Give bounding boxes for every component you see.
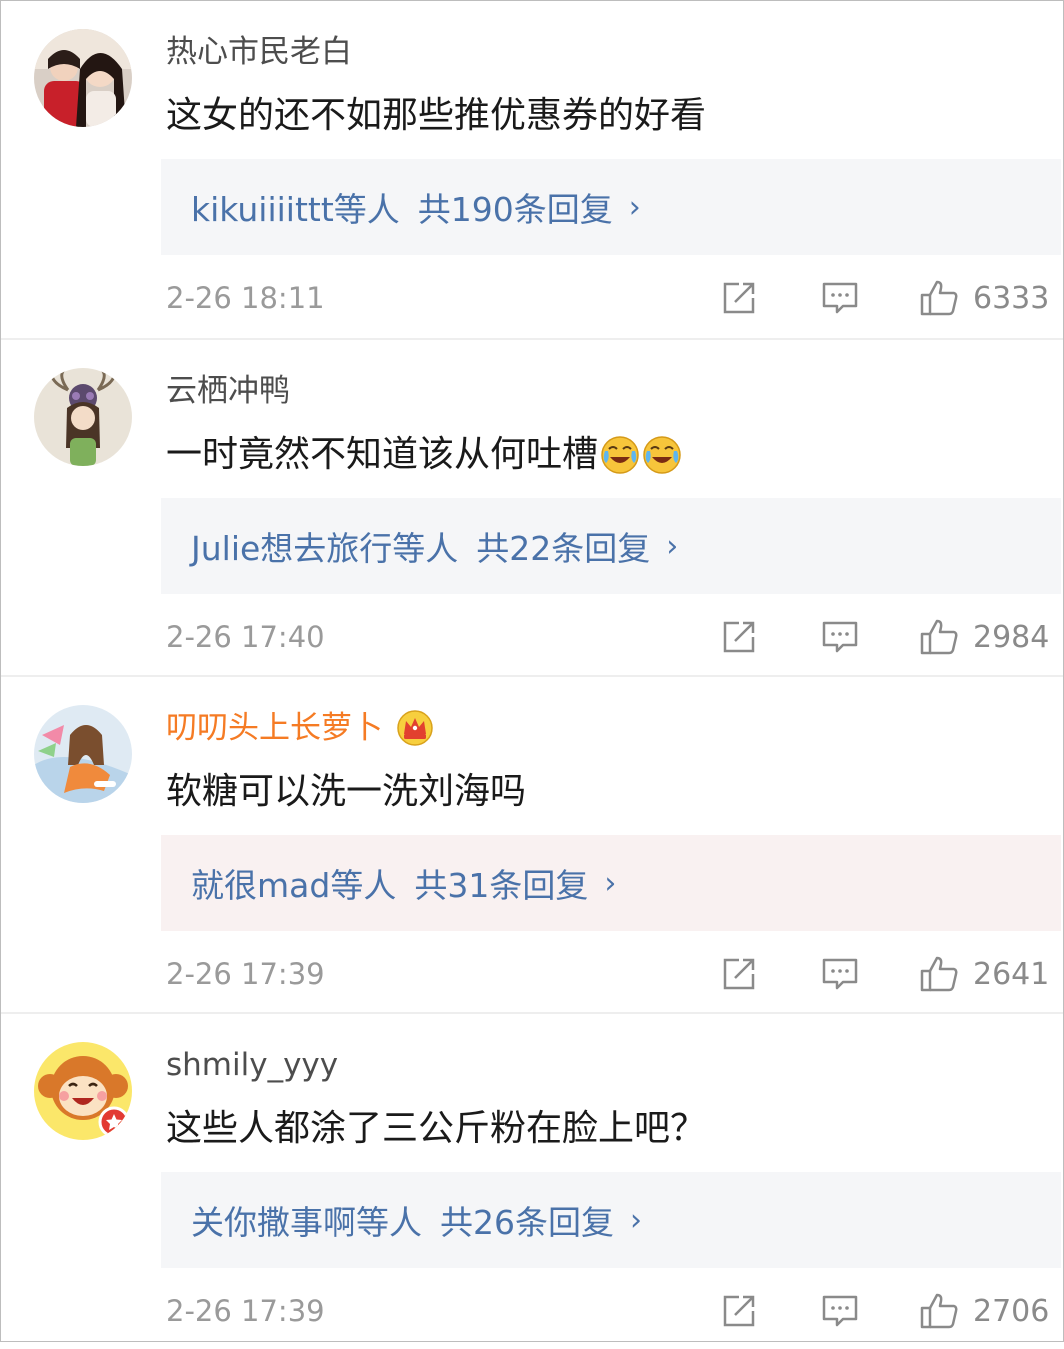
comment-icon: [822, 958, 858, 990]
comment-meta: 2-26 18:11 6333: [166, 276, 1051, 320]
username-text[interactable]: shmily_yyy: [166, 1044, 338, 1086]
username-text[interactable]: 叨叨头上长萝卜: [166, 707, 383, 749]
comment-text-body: 这些人都涂了三公斤粉在脸上吧？: [166, 1108, 707, 1149]
reply-total-link[interactable]: 共190条回复: [418, 183, 613, 231]
like-button[interactable]: 2706: [919, 1291, 1049, 1331]
reply-users[interactable]: 就很mad等人: [191, 859, 396, 907]
reply-users-suffix: 等人: [356, 1203, 422, 1242]
reply-users-names: Julie想去旅行: [191, 529, 393, 568]
like-button[interactable]: 2641: [919, 954, 1049, 994]
like-count: 2706: [973, 1293, 1050, 1329]
reply-button[interactable]: [821, 617, 859, 657]
comment-text: 这些人都涂了三公斤粉在脸上吧？: [166, 1102, 706, 1156]
comment-icon: [822, 621, 858, 653]
reply-total-link[interactable]: 共31条回复: [414, 859, 588, 907]
reply-button[interactable]: [821, 278, 859, 318]
timestamp: 2-26 17:39: [166, 1294, 325, 1328]
reply-users[interactable]: Julie想去旅行等人: [191, 522, 458, 570]
username[interactable]: 叨叨头上长萝卜: [166, 707, 433, 749]
replies-preview[interactable]: Julie想去旅行等人 共22条回复 ›: [161, 498, 1061, 594]
reply-button[interactable]: [821, 954, 859, 994]
reply-button[interactable]: [821, 1291, 859, 1331]
reply-users-suffix: 等人: [333, 190, 400, 229]
timestamp: 2-26 17:40: [166, 620, 325, 654]
comment-text: 这女的还不如那些推优惠券的好看: [166, 89, 706, 143]
comment-meta: 2-26 17:40 2984: [166, 615, 1051, 659]
share-icon: [723, 282, 755, 314]
share-button[interactable]: [721, 954, 757, 994]
reply-users-names: kikuiiiittt: [191, 190, 334, 229]
share-icon: [723, 1295, 755, 1327]
chevron-right-icon: ›: [604, 865, 617, 901]
comment-text-body: 这女的还不如那些推优惠券的好看: [166, 95, 707, 136]
illustrated-girl-avatar-icon: [34, 705, 132, 803]
laugh-cry-emoji-icon: [601, 436, 639, 474]
avatar[interactable]: [34, 368, 132, 466]
comment-text: 一时竟然不知道该从何吐槽: [166, 428, 682, 482]
like-count: 2984: [973, 619, 1050, 655]
reply-users-names: 关你撒事啊: [191, 1203, 356, 1242]
thumbs-up-icon: [920, 619, 958, 655]
illustrated-girl-with-antlers-avatar-icon: [34, 368, 132, 466]
share-button[interactable]: [721, 617, 757, 657]
username-text[interactable]: 云栖冲鸭: [166, 370, 290, 412]
share-button[interactable]: [721, 1291, 757, 1331]
comment-item: shmily_yyy 这些人都涂了三公斤粉在脸上吧？ 关你撒事啊等人 共26条回…: [1, 1012, 1063, 1349]
share-icon: [723, 621, 755, 653]
comment-icon: [822, 282, 858, 314]
like-count: 6333: [973, 280, 1050, 316]
comment-text-body: 软糖可以洗一洗刘海吗: [166, 771, 527, 812]
like-button[interactable]: 2984: [919, 617, 1049, 657]
avatar[interactable]: [34, 1042, 132, 1140]
username-text[interactable]: 热心市民老白: [166, 31, 352, 73]
chevron-right-icon: ›: [666, 528, 679, 564]
like-button[interactable]: 6333: [919, 278, 1049, 318]
timestamp: 2-26 17:39: [166, 957, 325, 991]
thumbs-up-icon: [920, 280, 958, 316]
username[interactable]: 热心市民老白: [166, 31, 352, 73]
share-icon: [723, 958, 755, 990]
username[interactable]: 云栖冲鸭: [166, 370, 290, 412]
reply-users[interactable]: 关你撒事啊等人: [191, 1196, 422, 1244]
comment-text: 软糖可以洗一洗刘海吗: [166, 765, 526, 819]
crown-icon: [397, 710, 433, 746]
like-count: 2641: [973, 956, 1050, 992]
comment-item: 叨叨头上长萝卜 软糖可以洗一洗刘海吗 就很mad等人 共31条回复 › 2-26…: [1, 675, 1063, 1012]
reply-total-link[interactable]: 共22条回复: [476, 522, 650, 570]
comment-item: 云栖冲鸭 一时竟然不知道该从何吐槽 Julie想去旅行等人 共22条回复 › 2…: [1, 338, 1063, 675]
comment-icon: [822, 1295, 858, 1327]
replies-preview[interactable]: 关你撒事啊等人 共26条回复 ›: [161, 1172, 1061, 1268]
reply-users-suffix: 等人: [330, 866, 397, 905]
comment-feed: 热心市民老白 这女的还不如那些推优惠券的好看 kikuiiiittt等人 共19…: [1, 1, 1063, 1349]
share-button[interactable]: [721, 278, 757, 318]
thumbs-up-icon: [920, 956, 958, 992]
timestamp: 2-26 18:11: [166, 281, 325, 315]
replies-preview[interactable]: kikuiiiittt等人 共190条回复 ›: [161, 159, 1061, 255]
username[interactable]: shmily_yyy: [166, 1044, 338, 1086]
reply-users[interactable]: kikuiiiittt等人: [191, 183, 400, 231]
comment-text-body: 一时竟然不知道该从何吐槽: [166, 434, 599, 475]
avatar[interactable]: [34, 29, 132, 127]
laugh-cry-emoji-icon: [643, 436, 681, 474]
photo-avatar-two-women-icon: [34, 29, 132, 127]
cartoon-monkey-avatar-icon: [34, 1042, 132, 1140]
comment-item: 热心市民老白 这女的还不如那些推优惠券的好看 kikuiiiittt等人 共19…: [1, 1, 1063, 338]
comment-meta: 2-26 17:39 2641: [166, 952, 1051, 996]
replies-preview[interactable]: 就很mad等人 共31条回复 ›: [161, 835, 1061, 931]
avatar[interactable]: [34, 705, 132, 803]
thumbs-up-icon: [920, 1293, 958, 1329]
comment-meta: 2-26 17:39 2706: [166, 1289, 1051, 1333]
reply-users-names: 就很mad: [191, 866, 331, 905]
reply-total-link[interactable]: 共26条回复: [440, 1196, 614, 1244]
chevron-right-icon: ›: [628, 189, 641, 225]
reply-users-suffix: 等人: [392, 529, 459, 568]
chevron-right-icon: ›: [630, 1202, 642, 1238]
